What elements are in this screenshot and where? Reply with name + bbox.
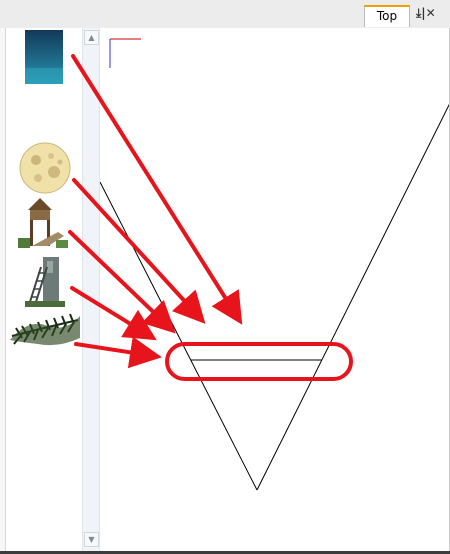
cone-right-edge	[256, 102, 450, 491]
viewport-header: Top ⤓|✕	[0, 0, 450, 28]
watchtower-thumbnail[interactable]	[18, 196, 68, 250]
chevron-up-icon[interactable]: ▲	[84, 30, 99, 45]
tab-top-view[interactable]: Top	[364, 5, 410, 27]
highlight-ellipse	[165, 342, 353, 381]
moon-thumbnail[interactable]	[18, 142, 73, 194]
panel-edge	[0, 28, 6, 554]
cone-left-edge	[100, 181, 258, 491]
drawing-canvas[interactable]	[100, 28, 450, 552]
ladder-thumbnail[interactable]	[25, 255, 65, 307]
vertical-scrollbar[interactable]: ▲ ▼	[82, 28, 100, 552]
chevron-down-icon[interactable]: ▼	[84, 532, 99, 547]
view-tab-controls[interactable]: ⤓|✕	[416, 6, 436, 21]
bush-thumbnail[interactable]	[8, 308, 82, 350]
sea-thumbnail[interactable]	[25, 30, 63, 84]
